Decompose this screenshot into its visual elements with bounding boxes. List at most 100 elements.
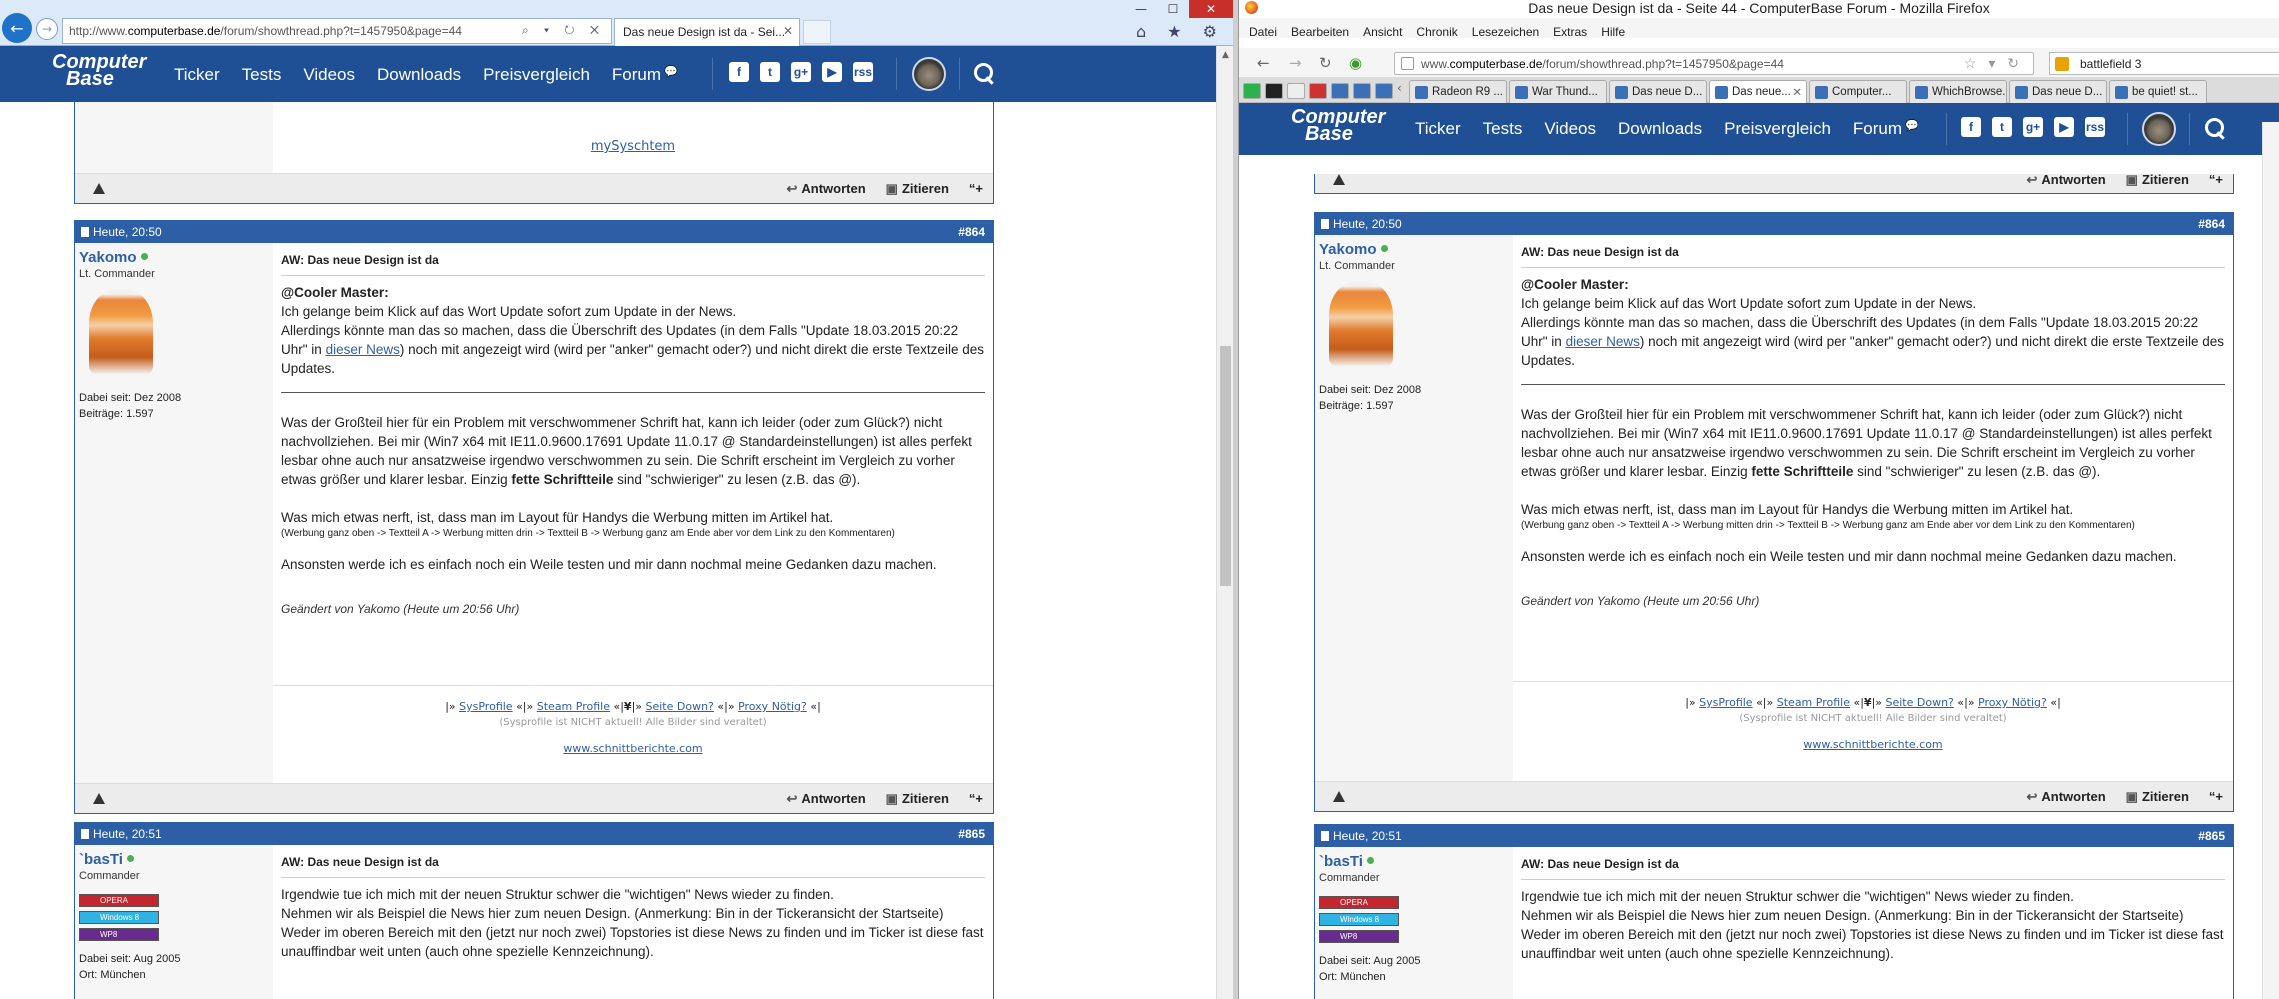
nav-videos[interactable]: Videos — [1544, 119, 1596, 139]
tab-close-icon[interactable]: ✕ — [783, 24, 793, 38]
ff-tab[interactable]: Radeon R9 ... — [1409, 80, 1507, 103]
tab-close-icon[interactable]: ✕ — [1792, 85, 1802, 99]
ff-search-box[interactable]: battlefield 3 — [2049, 52, 2279, 75]
report-warning-icon[interactable] — [93, 183, 105, 194]
news-link[interactable]: dieser News — [326, 342, 400, 357]
new-tab-button[interactable] — [803, 20, 831, 44]
sig-link-proxy[interactable]: Proxy Nötig? — [1978, 696, 2047, 709]
scroll-up-arrow-icon[interactable]: ▲ — [1217, 46, 1233, 63]
nav-videos[interactable]: Videos — [303, 65, 355, 85]
username[interactable]: Yakomo — [1319, 241, 1377, 258]
nav-downloads[interactable]: Downloads — [377, 65, 461, 85]
menu-ansicht[interactable]: Ansicht — [1363, 25, 1402, 39]
sig-link-steam[interactable]: Steam Profile — [537, 700, 610, 713]
nav-downloads[interactable]: Downloads — [1618, 119, 1702, 139]
reply-button[interactable]: ↩ Antworten — [2026, 789, 2105, 805]
search-icon[interactable] — [972, 61, 996, 85]
reload-icon[interactable]: ↻ — [1319, 54, 1332, 72]
rss-icon[interactable]: rss — [2085, 117, 2105, 137]
minimize-button[interactable]: — — [1125, 0, 1157, 18]
bookmark-star-icon[interactable]: ☆ ▾ ↻ — [1964, 55, 2023, 72]
pinned-tab-icon[interactable] — [1353, 83, 1371, 99]
sig-link-schnittberichte[interactable]: www.schnittberichte.com — [1803, 738, 1942, 751]
sig-link-seite-down[interactable]: Seite Down? — [1886, 696, 1954, 709]
rss-icon[interactable]: rss — [853, 62, 873, 82]
username[interactable]: `basTi — [1319, 853, 1363, 870]
menu-bearbeiten[interactable]: Bearbeiten — [1291, 25, 1349, 39]
nav-forum[interactable]: Forum 💬 — [1853, 119, 1919, 139]
multiquote-button[interactable]: “+ — [969, 181, 983, 197]
forward-arrow-icon[interactable]: → — [36, 18, 58, 40]
sig-link-mysyschtem[interactable]: mySyschtem — [591, 139, 675, 154]
search-engine-icon[interactable] — [2055, 57, 2069, 71]
scrollbar-thumb[interactable] — [1220, 346, 1231, 586]
pinned-tab-whatsapp-icon[interactable] — [1243, 83, 1261, 99]
pinned-tab-icon[interactable] — [1375, 83, 1393, 99]
report-warning-icon[interactable] — [1333, 791, 1345, 802]
search-icon[interactable] — [2203, 116, 2227, 140]
multiquote-button[interactable]: “+ — [969, 791, 983, 807]
twitter-icon[interactable]: t — [1992, 117, 2012, 137]
nav-ticker[interactable]: Ticker — [174, 65, 220, 85]
twitter-icon[interactable]: t — [760, 62, 780, 82]
ie-address-bar[interactable]: http://www.computerbase.de/forum/showthr… — [62, 18, 612, 44]
username[interactable]: Yakomo — [79, 249, 137, 266]
ie-tab-active[interactable]: Das neue Design ist da - Sei... ✕ — [614, 18, 800, 46]
ff-tab-active[interactable]: Das neue... ✕ — [1709, 80, 1807, 103]
ff-tab[interactable]: War Thund... — [1509, 80, 1607, 103]
report-warning-icon[interactable] — [93, 793, 105, 804]
multiquote-button[interactable]: “+ — [2209, 174, 2223, 188]
menu-lesezeichen[interactable]: Lesezeichen — [1472, 25, 1539, 39]
menu-datei[interactable]: Datei — [1249, 25, 1277, 39]
google-plus-icon[interactable]: g+ — [2023, 117, 2043, 137]
ie-scrollbar[interactable]: ▲ — [1216, 46, 1233, 999]
sig-link-schnittberichte[interactable]: www.schnittberichte.com — [563, 742, 702, 755]
sig-link-sysprofile[interactable]: SysProfile — [1699, 696, 1752, 709]
post-number[interactable]: #865 — [2198, 829, 2225, 843]
nav-preisvergleich[interactable]: Preisvergleich — [1724, 119, 1831, 139]
ie-tools-icons[interactable]: ⌂ ★ ⚙ — [1136, 22, 1225, 41]
sig-link-steam[interactable]: Steam Profile — [1777, 696, 1850, 709]
menu-extras[interactable]: Extras — [1553, 25, 1587, 39]
sig-link-proxy[interactable]: Proxy Nötig? — [738, 700, 807, 713]
report-warning-icon[interactable] — [1333, 174, 1345, 185]
address-bar-icons[interactable]: ⌕ ▾ ↻ ✕ — [522, 23, 605, 38]
facebook-icon[interactable]: f — [1961, 117, 1981, 137]
ff-tab[interactable]: be quiet! st... — [2109, 80, 2207, 103]
ff-tab[interactable]: WhichBrowse... — [1909, 80, 2007, 103]
tab-scroll-left-icon[interactable]: ‹ — [1397, 81, 1402, 95]
home-icon[interactable]: ◉ — [1349, 54, 1362, 72]
facebook-icon[interactable]: f — [729, 62, 749, 82]
nav-tests[interactable]: Tests — [242, 65, 282, 85]
post-number[interactable]: #865 — [958, 827, 985, 841]
news-link[interactable]: dieser News — [1566, 334, 1640, 349]
quote-button[interactable]: ▣ Zitieren — [886, 791, 949, 807]
user-avatar[interactable] — [912, 57, 946, 91]
quote-button[interactable]: ▣ Zitieren — [2126, 789, 2189, 805]
nav-ticker[interactable]: Ticker — [1415, 119, 1461, 139]
pinned-tab-icon[interactable] — [1265, 83, 1283, 99]
menu-chronik[interactable]: Chronik — [1416, 25, 1457, 39]
google-plus-icon[interactable]: g+ — [791, 62, 811, 82]
quote-button[interactable]: ▣ Zitieren — [886, 181, 949, 197]
ff-scrollbar[interactable] — [2262, 122, 2279, 999]
youtube-icon[interactable]: ▶ — [822, 62, 842, 82]
sig-link-sysprofile[interactable]: SysProfile — [459, 700, 512, 713]
reply-button[interactable]: ↩ Antworten — [2026, 174, 2105, 188]
site-logo[interactable]: Computer Base — [52, 52, 146, 89]
ff-tab[interactable]: Computer... — [1809, 80, 1907, 103]
pinned-tab-icon[interactable] — [1331, 83, 1349, 99]
username[interactable]: `basTi — [79, 851, 123, 868]
multiquote-button[interactable]: “+ — [2209, 789, 2223, 805]
user-avatar[interactable] — [2142, 112, 2176, 146]
forward-arrow-icon[interactable]: → — [1289, 54, 1302, 72]
post-number[interactable]: #864 — [2198, 217, 2225, 231]
nav-tests[interactable]: Tests — [1483, 119, 1523, 139]
close-button[interactable]: ✕ — [1189, 0, 1233, 18]
back-arrow-icon[interactable]: ← — [1257, 54, 1270, 72]
site-identity-icon[interactable] — [1401, 57, 1414, 70]
reply-button[interactable]: ↩ Antworten — [786, 791, 865, 807]
pinned-tab-icon[interactable] — [1287, 83, 1305, 99]
post-number[interactable]: #864 — [958, 225, 985, 239]
ff-address-bar[interactable]: www.computerbase.de/forum/showthread.php… — [1394, 52, 2034, 75]
